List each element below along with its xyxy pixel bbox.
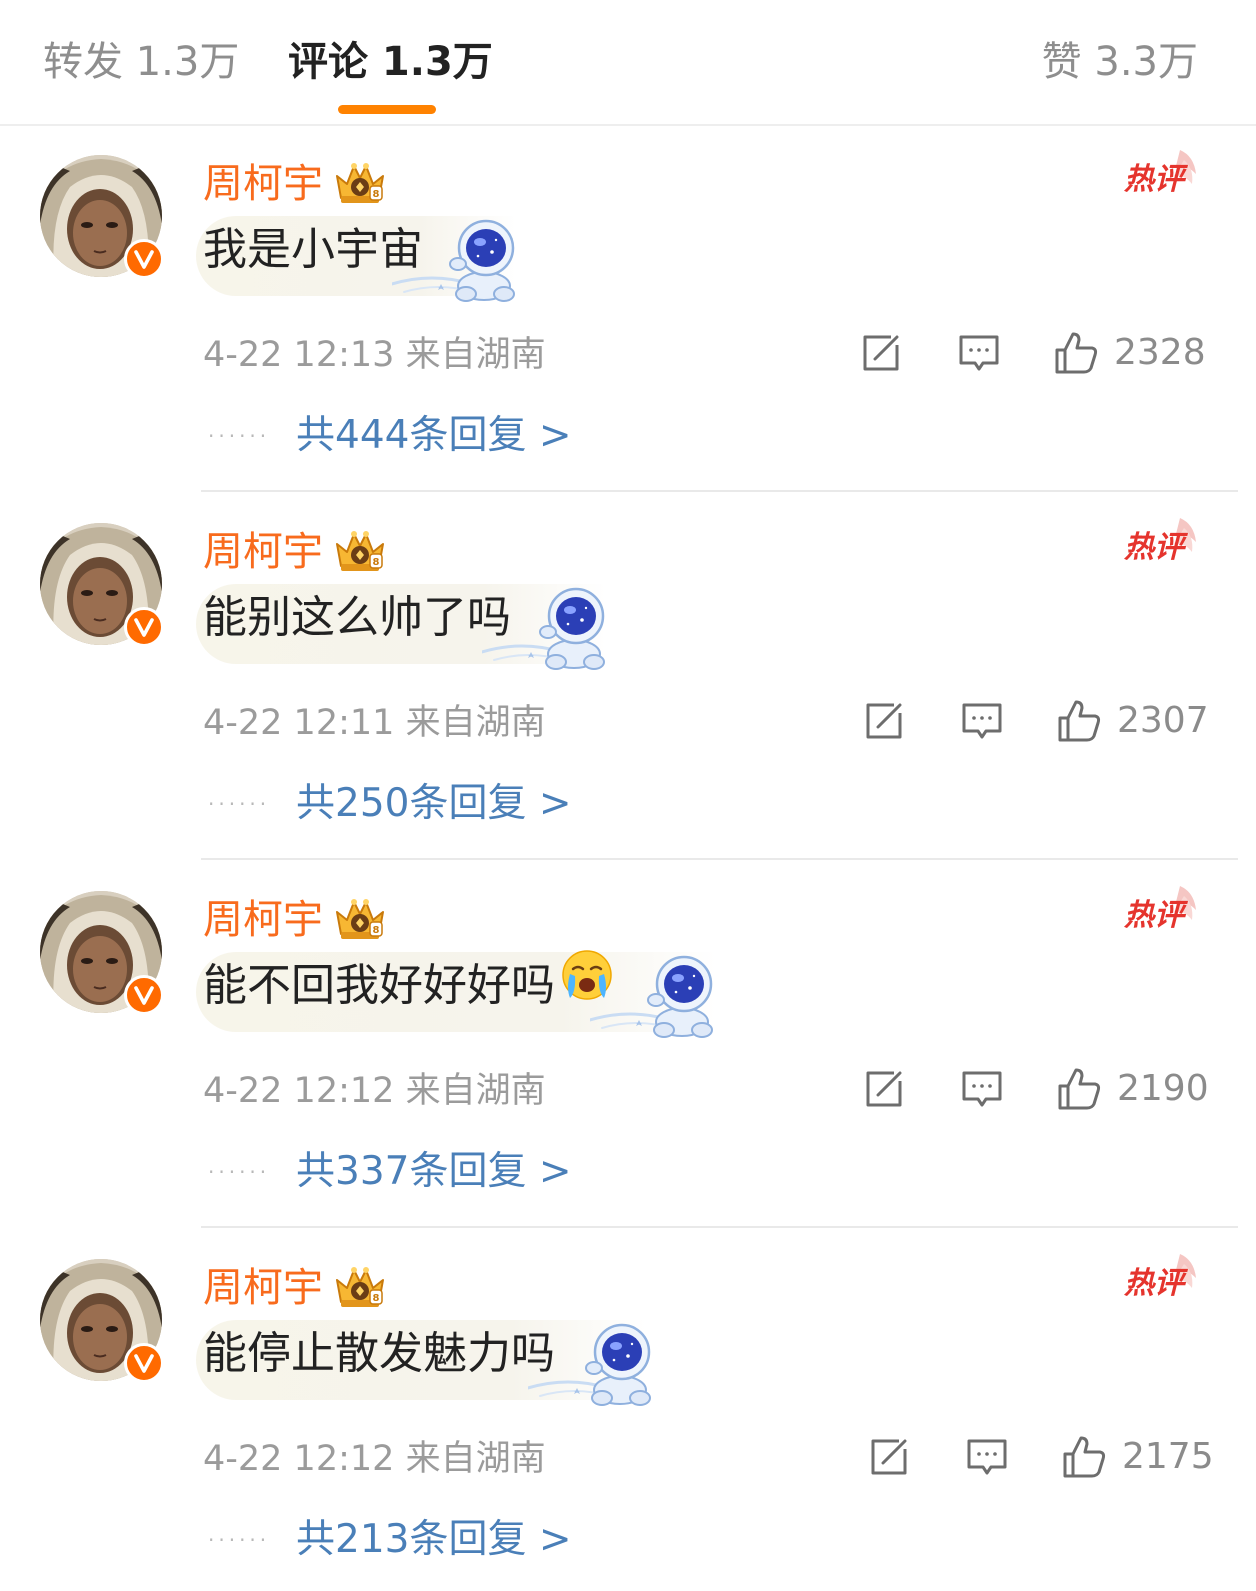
thumbs-up-icon (1061, 1434, 1107, 1480)
like-count: 2175 (1122, 1436, 1214, 1477)
view-replies-link[interactable]: 共444条回复 > (296, 408, 572, 464)
comment-text: 能别这么帅了吗 (203, 592, 511, 643)
avatar[interactable] (40, 891, 164, 1015)
share-icon[interactable] (862, 699, 906, 743)
replies-dots: ······ (208, 1528, 271, 1552)
comment-time: 4-22 12:12 (203, 1071, 395, 1111)
username[interactable]: 周柯宇 (203, 156, 323, 212)
comment-item: 周柯宇 热评 能别这么帅了吗 4-22 12:11 来自湖南 2307 ····… (0, 492, 1256, 860)
astronaut-sticker-icon (482, 582, 618, 674)
view-replies-link[interactable]: 共213条回复 > (296, 1512, 572, 1568)
view-replies-link[interactable]: 共250条回复 > (296, 776, 572, 832)
hot-tag-text: 热评 (1124, 898, 1184, 933)
crown-badge-icon (333, 160, 387, 206)
replies-dots: ······ (208, 424, 271, 448)
comment-meta: 4-22 12:13 来自湖南 (203, 330, 546, 380)
share-icon[interactable] (862, 1067, 906, 1111)
username[interactable]: 周柯宇 (203, 1260, 323, 1316)
comment-meta: 4-22 12:12 来自湖南 (203, 1434, 546, 1484)
comment-location: 来自湖南 (405, 1071, 546, 1111)
comments-page: 转发 1.3万 评论 1.3万 赞 3.3万 周柯宇 热评 我是小宇宙 4-22… (0, 0, 1256, 1591)
comment-meta: 4-22 12:12 来自湖南 (203, 1066, 546, 1116)
hot-tag-text: 热评 (1124, 1266, 1184, 1301)
verified-icon (124, 1343, 164, 1383)
thumbs-up-icon (1053, 330, 1099, 376)
hot-tag-text: 热评 (1124, 530, 1184, 565)
hot-tag-text: 热评 (1124, 162, 1184, 197)
comment-item: 周柯宇 热评 我是小宇宙 4-22 12:13 来自湖南 2328 ······… (0, 124, 1256, 492)
active-tab-indicator (338, 105, 436, 114)
hot-comment-tag: 热评 (1124, 146, 1200, 206)
comment-meta: 4-22 12:11 来自湖南 (203, 698, 546, 748)
comment-text: 我是小宇宙 (203, 224, 423, 275)
username[interactable]: 周柯宇 (203, 892, 323, 948)
verified-icon (124, 239, 164, 279)
like-count: 2328 (1114, 332, 1206, 373)
view-replies-link[interactable]: 共337条回复 > (296, 1144, 572, 1200)
crown-badge-icon (333, 528, 387, 574)
replies-dots: ······ (208, 1160, 271, 1184)
avatar[interactable] (40, 155, 164, 279)
tab-likes[interactable]: 赞 3.3万 (1042, 34, 1198, 90)
verified-icon (124, 975, 164, 1015)
share-icon[interactable] (859, 331, 903, 375)
tab-reposts[interactable]: 转发 1.3万 (43, 34, 239, 90)
avatar[interactable] (40, 1259, 164, 1383)
hot-comment-tag: 热评 (1124, 514, 1200, 574)
comment-item: 周柯宇 热评 能不回我好好好吗 4-22 12:12 来自湖南 2190 ···… (0, 860, 1256, 1228)
replies-dots: ······ (208, 792, 271, 816)
thumbs-up-icon (1056, 698, 1102, 744)
comment-bubble-icon[interactable] (960, 1067, 1004, 1111)
comment-location: 来自湖南 (405, 335, 546, 375)
thumbs-up-icon (1056, 1066, 1102, 1112)
comment-bubble-icon[interactable] (965, 1435, 1009, 1479)
comment-text: 能不回我好好好吗 (203, 960, 555, 1011)
comment-text: 能停止散发魅力吗 (203, 1328, 555, 1379)
like-count: 2190 (1117, 1068, 1209, 1109)
comment-location: 来自湖南 (405, 703, 546, 743)
comment-bubble-icon[interactable] (960, 699, 1004, 743)
comment-time: 4-22 12:13 (203, 335, 395, 375)
tab-bar: 转发 1.3万 评论 1.3万 赞 3.3万 (0, 0, 1256, 126)
comment-time: 4-22 12:11 (203, 703, 395, 743)
verified-icon (124, 607, 164, 647)
username[interactable]: 周柯宇 (203, 524, 323, 580)
crying-face-emoji (560, 948, 614, 1002)
comment-time: 4-22 12:12 (203, 1439, 395, 1479)
like-count: 2307 (1117, 700, 1209, 741)
avatar[interactable] (40, 523, 164, 647)
comment-item: 周柯宇 热评 能停止散发魅力吗 4-22 12:12 来自湖南 2175 ···… (0, 1228, 1256, 1591)
comment-bubble-icon[interactable] (957, 331, 1001, 375)
astronaut-sticker-icon (528, 1318, 664, 1410)
share-icon[interactable] (867, 1435, 911, 1479)
tab-comments[interactable]: 评论 1.3万 (288, 34, 493, 90)
hot-comment-tag: 热评 (1124, 882, 1200, 942)
crown-badge-icon (333, 1264, 387, 1310)
comment-location: 来自湖南 (405, 1439, 546, 1479)
crown-badge-icon (333, 896, 387, 942)
hot-comment-tag: 热评 (1124, 1250, 1200, 1310)
astronaut-sticker-icon (392, 214, 528, 306)
